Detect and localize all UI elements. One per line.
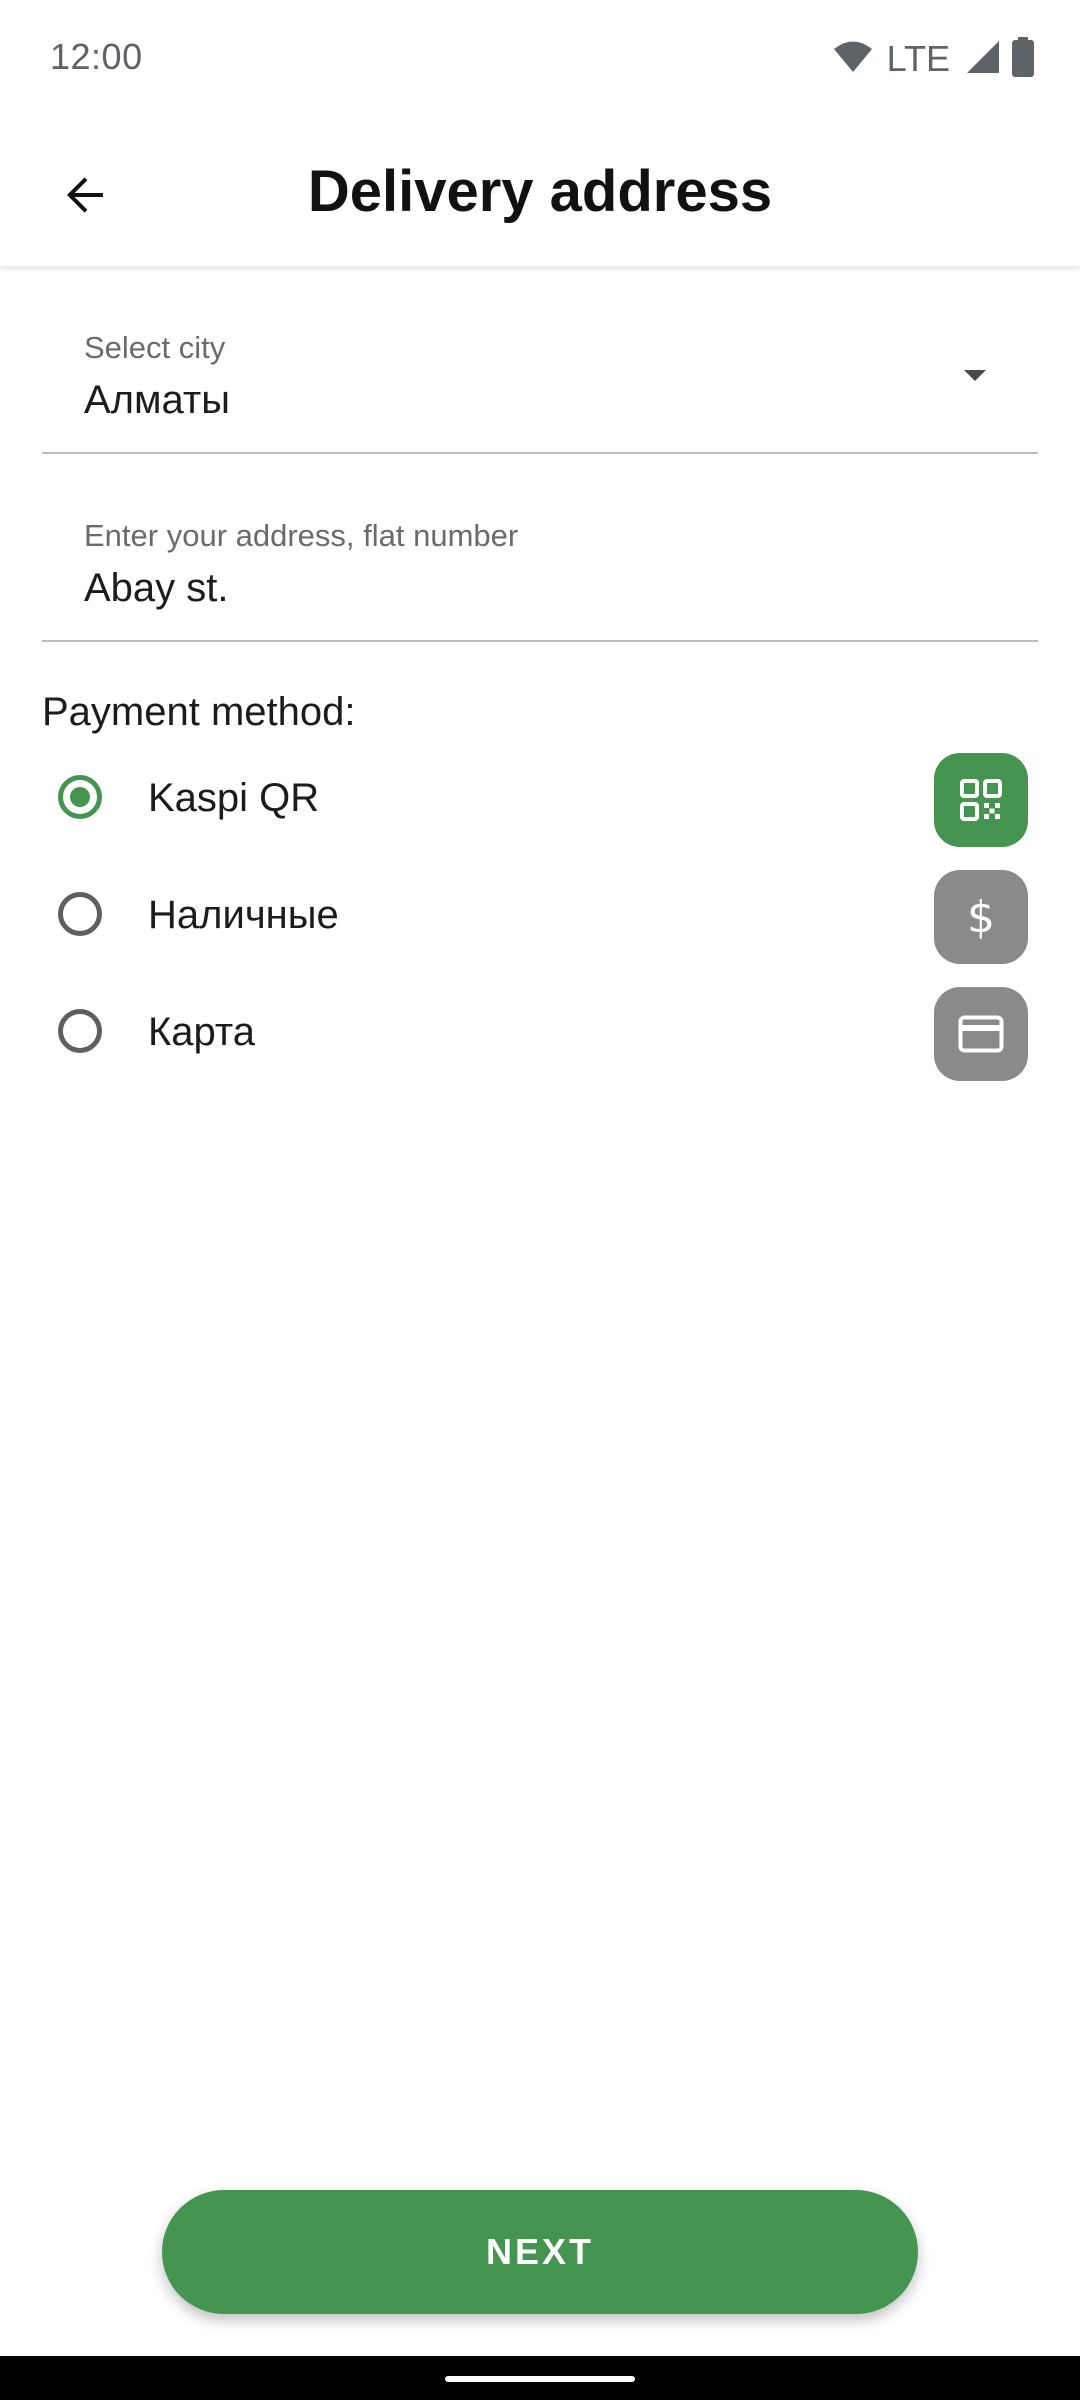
payment-option-card[interactable]: Карта: [42, 984, 1038, 1084]
address-input[interactable]: Enter your address, flat number Abay st.: [42, 488, 1038, 642]
network-type: LTE: [886, 38, 950, 79]
dollar-glyph: $: [967, 891, 995, 943]
status-bar: 12:00 LTE: [0, 0, 1080, 118]
payment-option-label: Карта: [148, 1010, 256, 1054]
system-nav-bar: [0, 2356, 1080, 2400]
qr-code-icon: [934, 753, 1028, 847]
battery-icon: [1010, 36, 1036, 82]
status-icons: LTE: [833, 36, 1036, 82]
home-gesture-handle[interactable]: [445, 2376, 635, 2382]
payment-option-cash[interactable]: Наличные $: [42, 867, 1038, 967]
payment-option-label: Kaspi QR: [148, 776, 320, 820]
app-bar: Delivery address: [0, 118, 1080, 266]
dollar-icon: $: [934, 870, 1028, 964]
address-input-label: Enter your address, flat number: [84, 518, 519, 553]
wifi-icon: [833, 40, 873, 79]
status-time: 12:00: [50, 36, 143, 77]
cell-signal-icon: [966, 40, 1000, 79]
radio-card[interactable]: [58, 1009, 102, 1053]
city-select[interactable]: Select city Алматы: [42, 300, 1038, 454]
payment-option-kaspi-qr[interactable]: Kaspi QR: [42, 750, 1038, 850]
next-button[interactable]: NEXT: [162, 2190, 918, 2314]
city-select-value: Алматы: [84, 378, 230, 422]
payment-option-label: Наличные: [148, 893, 339, 937]
radio-kaspi-qr[interactable]: [58, 775, 102, 819]
radio-cash[interactable]: [58, 892, 102, 936]
dropdown-arrow-icon[interactable]: [964, 370, 986, 381]
address-input-value[interactable]: Abay st.: [84, 566, 229, 611]
payment-method-title: Payment method:: [42, 690, 356, 734]
page-title: Delivery address: [307, 159, 773, 224]
city-select-label: Select city: [84, 330, 226, 365]
credit-card-icon: [934, 987, 1028, 1081]
delivery-address-screen: 12:00 LTE Delivery address Select city А…: [0, 0, 1080, 2400]
